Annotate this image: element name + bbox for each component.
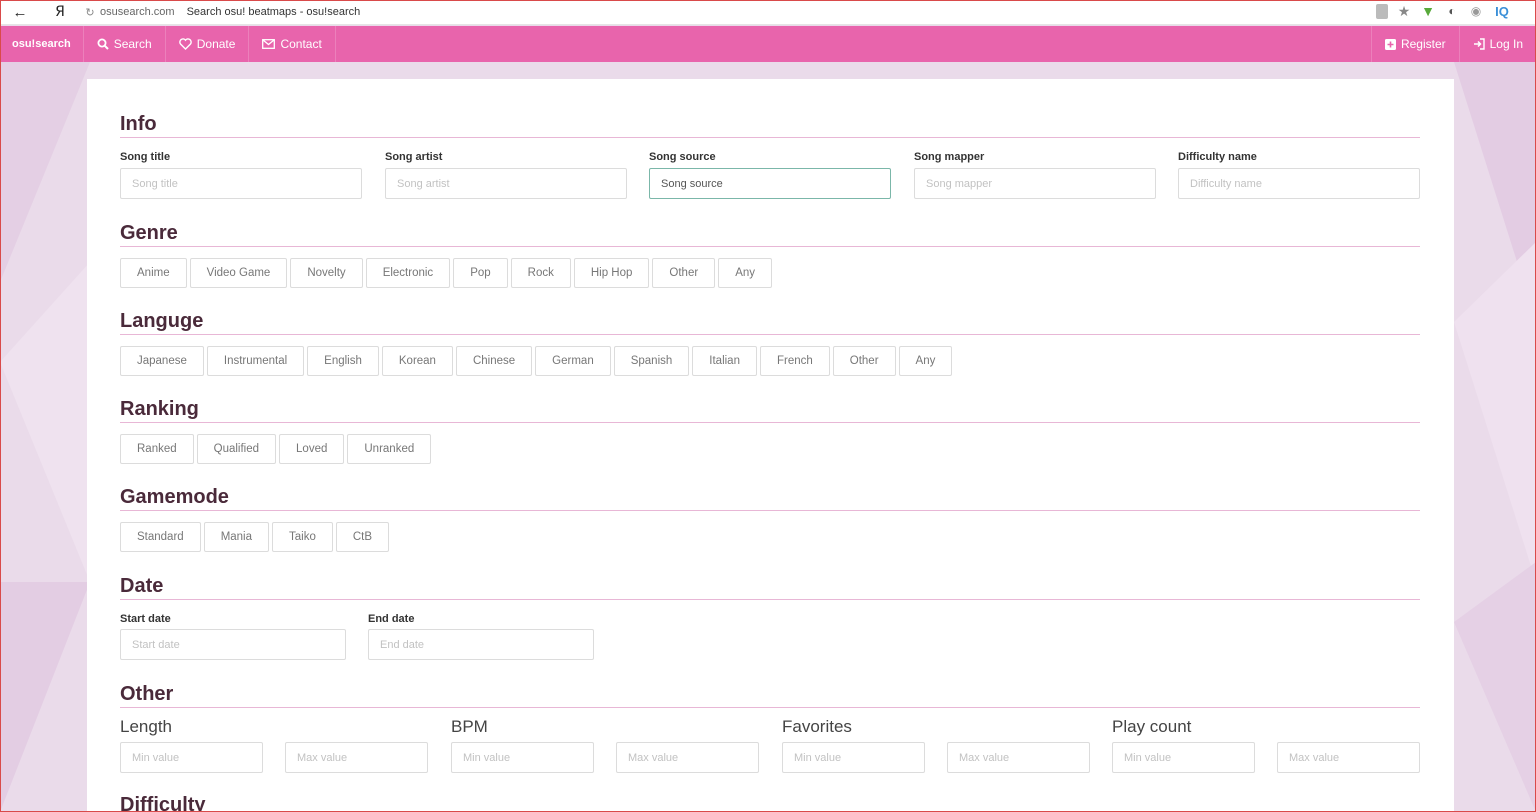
language-instrumental-button[interactable]: Instrumental xyxy=(206,346,305,376)
favorites-min-input[interactable] xyxy=(782,742,925,773)
favorites-max-input[interactable] xyxy=(947,742,1090,773)
label-favorites: Favorites xyxy=(782,717,852,736)
language-german-button[interactable]: German xyxy=(535,346,611,376)
label-difficulty-name: Difficulty name xyxy=(1178,151,1257,163)
play-count-min-input[interactable] xyxy=(1112,742,1255,773)
browser-toolbar: ← Я ↻ osusearch.com Search osu! beatmaps… xyxy=(0,0,1536,25)
nav-contact[interactable]: Contact xyxy=(249,26,336,62)
nav-login-label: Log In xyxy=(1489,37,1523,51)
gamemode-ctb-button[interactable]: CtB xyxy=(335,522,390,552)
back-arrow-icon[interactable]: ← xyxy=(0,4,40,21)
dark-mode-icon[interactable]: ◐ xyxy=(1444,3,1460,19)
end-date-input[interactable] xyxy=(368,629,594,660)
label-song-source: Song source xyxy=(649,151,716,163)
plus-square-icon xyxy=(1384,38,1396,50)
download-icon[interactable]: ▼ xyxy=(1420,3,1436,19)
section-heading-difficulty: Difficulty xyxy=(120,794,206,812)
bpm-max-input[interactable] xyxy=(616,742,759,773)
song-source-input[interactable] xyxy=(649,168,891,199)
genre-novelty-button[interactable]: Novelty xyxy=(290,258,363,288)
nav-register-label: Register xyxy=(1400,37,1446,51)
ranking-options: Ranked Qualified Loved Unranked xyxy=(120,434,432,464)
language-french-button[interactable]: French xyxy=(759,346,830,376)
language-other-button[interactable]: Other xyxy=(832,346,896,376)
genre-video-game-button[interactable]: Video Game xyxy=(189,258,288,288)
nav-search[interactable]: Search xyxy=(84,26,166,62)
brand-link[interactable]: osu!search xyxy=(0,26,84,62)
genre-hip-hop-button[interactable]: Hip Hop xyxy=(573,258,650,288)
envelope-icon xyxy=(262,39,276,49)
play-count-max-input[interactable] xyxy=(1277,742,1420,773)
label-start-date: Start date xyxy=(120,613,171,625)
label-end-date: End date xyxy=(368,613,415,625)
gamemode-taiko-button[interactable]: Taiko xyxy=(272,522,333,552)
section-heading-info: Info xyxy=(120,113,1420,138)
genre-options: Anime Video Game Novelty Electronic Pop … xyxy=(120,258,773,288)
iq-extension-icon[interactable]: IQ xyxy=(1492,3,1512,19)
language-chinese-button[interactable]: Chinese xyxy=(455,346,533,376)
ranking-qualified-button[interactable]: Qualified xyxy=(196,434,277,464)
label-bpm: BPM xyxy=(451,717,488,736)
label-song-title: Song title xyxy=(120,151,171,163)
language-options: Japanese Instrumental English Korean Chi… xyxy=(120,346,953,376)
brand-label: osu!search xyxy=(12,38,71,50)
search-icon xyxy=(97,38,109,50)
section-heading-other: Other xyxy=(120,683,1420,708)
nav-register[interactable]: Register xyxy=(1370,26,1459,62)
song-mapper-input[interactable] xyxy=(914,168,1156,199)
genre-pop-button[interactable]: Pop xyxy=(453,258,508,288)
ranking-ranked-button[interactable]: Ranked xyxy=(120,434,194,464)
gamemode-standard-button[interactable]: Standard xyxy=(120,522,201,552)
nav-right-group: Register Log In xyxy=(1370,26,1536,62)
bpm-min-input[interactable] xyxy=(451,742,594,773)
globe-icon[interactable]: ◉ xyxy=(1468,3,1484,19)
label-song-artist: Song artist xyxy=(385,151,443,163)
length-min-input[interactable] xyxy=(120,742,263,773)
language-japanese-button[interactable]: Japanese xyxy=(120,346,204,376)
nav-donate[interactable]: Donate xyxy=(166,26,250,62)
language-italian-button[interactable]: Italian xyxy=(692,346,757,376)
nav-search-label: Search xyxy=(113,37,152,51)
gamemode-mania-button[interactable]: Mania xyxy=(203,522,270,552)
label-play-count: Play count xyxy=(1112,717,1192,736)
heart-icon xyxy=(178,38,192,50)
genre-anime-button[interactable]: Anime xyxy=(120,258,187,288)
reload-icon[interactable]: ↻ xyxy=(80,6,100,19)
section-heading-gamemode: Gamemode xyxy=(120,486,1420,511)
address-url[interactable]: osusearch.com xyxy=(100,6,175,18)
start-date-input[interactable] xyxy=(120,629,346,660)
section-heading-language: Languge xyxy=(120,310,1420,335)
genre-other-button[interactable]: Other xyxy=(652,258,716,288)
genre-electronic-button[interactable]: Electronic xyxy=(365,258,451,288)
genre-any-button[interactable]: Any xyxy=(718,258,773,288)
nav-contact-label: Contact xyxy=(280,37,322,51)
bookmark-star-icon[interactable]: ★ xyxy=(1396,3,1412,19)
label-song-mapper: Song mapper xyxy=(914,151,985,163)
difficulty-name-input[interactable] xyxy=(1178,168,1420,199)
reader-mode-icon[interactable] xyxy=(1376,3,1388,19)
language-any-button[interactable]: Any xyxy=(898,346,953,376)
song-artist-input[interactable] xyxy=(385,168,627,199)
nav-donate-label: Donate xyxy=(196,37,236,51)
label-length: Length xyxy=(120,717,172,736)
sign-in-icon xyxy=(1473,38,1485,50)
language-spanish-button[interactable]: Spanish xyxy=(613,346,690,376)
ranking-unranked-button[interactable]: Unranked xyxy=(347,434,432,464)
language-english-button[interactable]: English xyxy=(307,346,379,376)
yandex-logo-icon[interactable]: Я xyxy=(40,4,80,20)
length-max-input[interactable] xyxy=(285,742,428,773)
section-heading-ranking: Ranking xyxy=(120,398,1420,423)
ranking-loved-button[interactable]: Loved xyxy=(279,434,345,464)
page-title: Search osu! beatmaps - osu!search xyxy=(186,6,361,18)
genre-rock-button[interactable]: Rock xyxy=(510,258,571,288)
language-korean-button[interactable]: Korean xyxy=(381,346,453,376)
section-heading-genre: Genre xyxy=(120,222,1420,247)
nav-login[interactable]: Log In xyxy=(1458,26,1536,62)
search-form-card: Info Song title Song artist Song source … xyxy=(87,79,1454,812)
site-navbar: osu!search Search Donate Contact Registe… xyxy=(0,26,1536,62)
song-title-input[interactable] xyxy=(120,168,362,199)
browser-extension-icons: ★ ▼ ◐ ◉ IQ xyxy=(1376,3,1512,19)
gamemode-options: Standard Mania Taiko CtB xyxy=(120,522,390,552)
section-heading-date: Date xyxy=(120,575,1420,600)
